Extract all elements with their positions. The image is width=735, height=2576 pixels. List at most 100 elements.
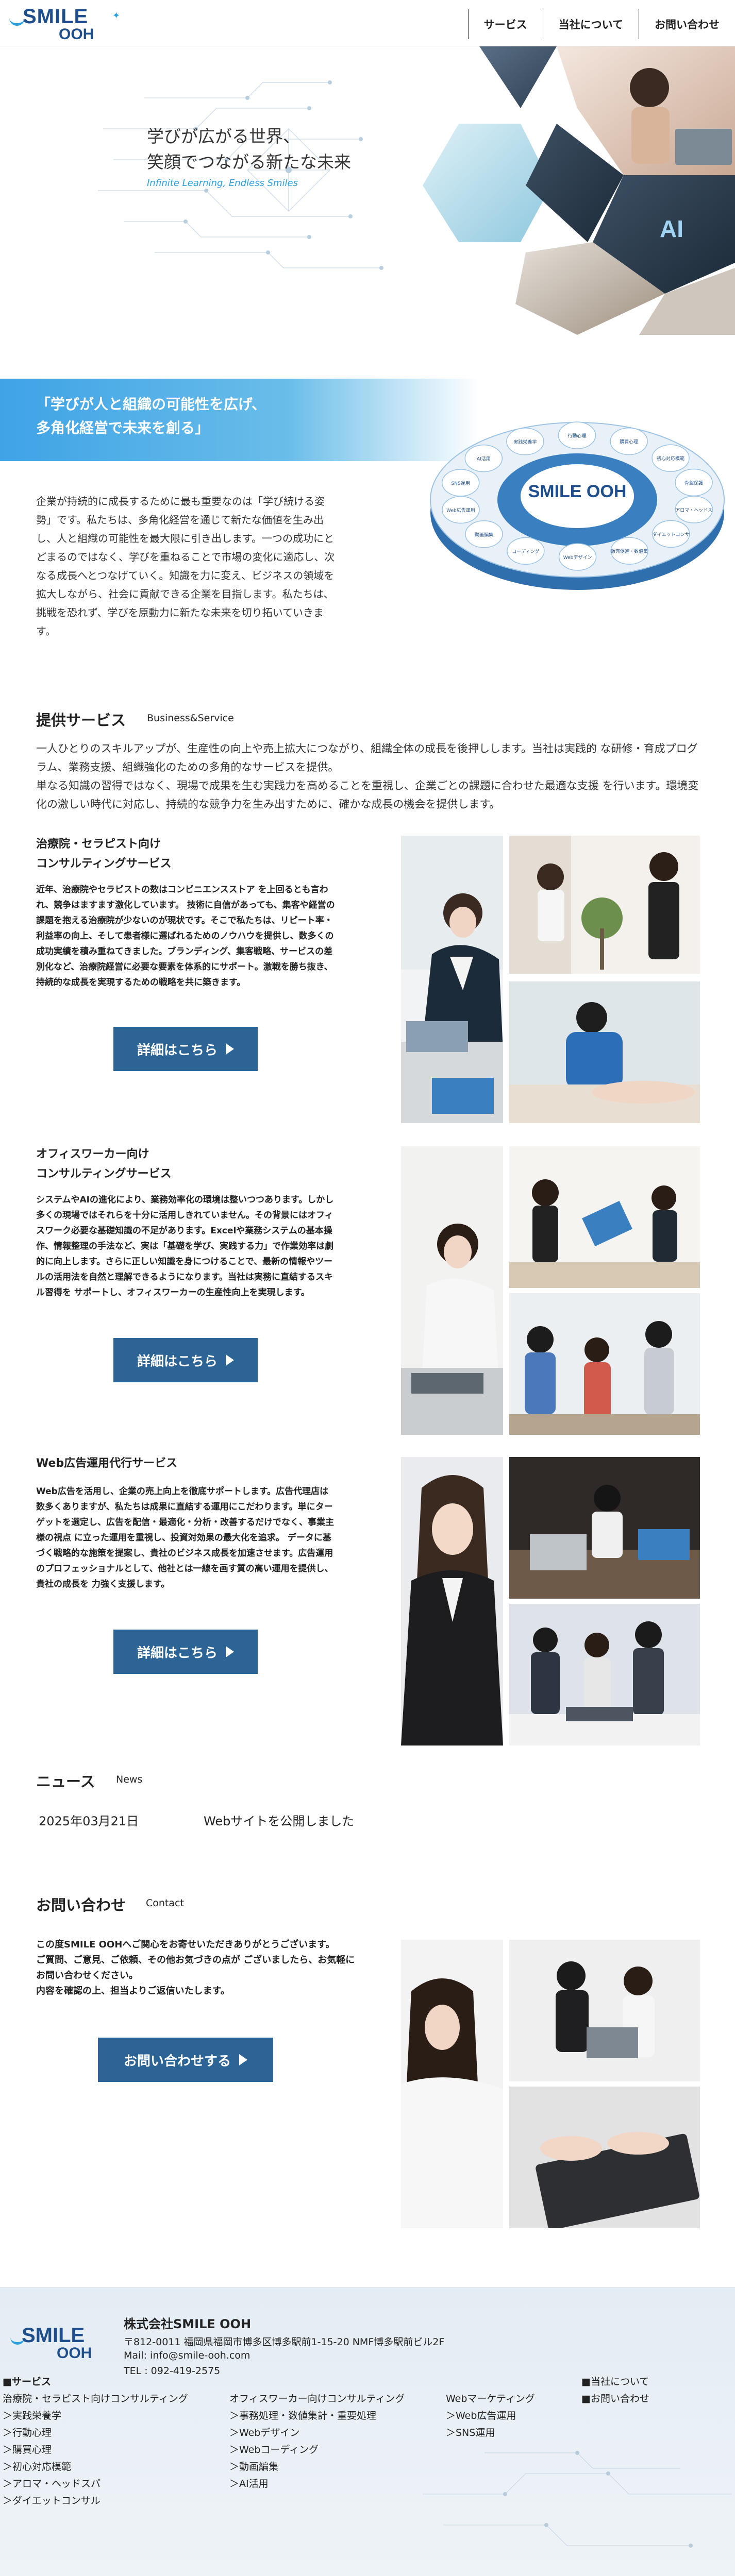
footer-link-first-response[interactable]: ＞初心対応模範 [3,2459,188,2476]
nav-about[interactable]: 当社について [542,9,639,39]
service-1-title-line-1: 治療院・セラピスト向け [36,838,161,851]
footer-link-aroma[interactable]: ＞アロマ・ヘッドスパ [3,2476,188,2493]
play-arrow-icon [239,2054,247,2065]
service-2-title-line-1: オフィスワーカー向け [36,1148,149,1161]
footer-link-nutrition[interactable]: ＞実践栄養学 [3,2408,188,2425]
footer-link-admin[interactable]: ＞事務処理・数値集計・重要処理 [229,2408,405,2425]
footer-link-coding[interactable]: ＞Webコーディング [229,2442,405,2459]
footer-link-therapist[interactable]: 治療院・セラピスト向けコンサルティング [3,2391,188,2408]
service-1-body: 近年、治療院やセラピストの数はコンビニエンスストア を上回るとも言われ、競争はま… [36,885,335,988]
diagram-node-label: 行動心理 [567,433,586,439]
diagram-node-label: 実践栄養学 [513,439,537,445]
diagram-node-label: 初心対応模範 [657,455,684,462]
diagram-node-label: コーディング [512,548,539,554]
footer-link-ai[interactable]: ＞AI活用 [229,2476,405,2493]
mission-heading-line-2: 多角化経営で未来を創る」 [36,419,210,436]
diagram-node: 動画編集 [465,520,503,548]
diagram-node-label: ダイエットコンサ [653,531,690,537]
footer-company-name: 株式会社SMILE OOH [124,2317,252,2331]
services-subtitle: Business&Service [147,713,234,724]
footer-link-video[interactable]: ＞動画編集 [229,2459,405,2476]
footer-link-contact[interactable]: ■お問い合わせ [581,2391,649,2408]
footer-mail[interactable]: Mail: info@smile-ooh.com [124,2350,250,2361]
diagram-node-label: 動画編集 [475,532,493,538]
footer-link-sns[interactable]: ＞SNS運用 [446,2425,535,2442]
mission-heading: 「学びが人と組織の可能性を広げ、 多角化経営で未来を創る」 [36,393,266,440]
play-arrow-icon [226,1043,234,1055]
logo-smile-text: SMILE [23,5,89,28]
news-title: ニュース [36,1773,95,1790]
footer-logo-ooh-text: OOH [57,2345,92,2362]
contact-button-label: お問い合わせする [123,2053,231,2069]
news-item-link[interactable]: Webサイトを公開しました [204,1811,354,1829]
nav-services[interactable]: サービス [467,9,543,39]
footer-services-heading: ■サービス [3,2376,51,2387]
contact-body: この度SMILE OOHへご関心をお寄せいただきありがとうございます。 ご質問、… [36,1939,355,1996]
hero-title-line-2: 笑顔でつながる新たな未来 [147,152,351,172]
footer-address: 〒812-0011 福岡県福岡市博多区博多駅前1-15-20 NMF博多駅前ビル… [124,2336,445,2348]
service-1-detail-label: 詳細はこちら [137,1042,218,1058]
diagram-node: SNS運用 [441,469,480,497]
diagram-center-label: SMILE OOH [528,482,627,501]
contact-subtitle: Contact [146,1897,184,1909]
service-3-photo-desk-work [509,1457,700,1599]
service-1-title-line-2: コンサルティングサービス [36,857,172,870]
service-1-photo-woman-laptop [401,836,503,1123]
service-1-photo-therapist-consult [509,836,700,974]
logo-ooh-text: OOH [59,26,94,43]
service-2-title: オフィスワーカー向け コンサルティングサービス [36,1145,172,1184]
hero-title-line-1: 学びが広がる世界、 [147,126,300,146]
diagram-node: 行動心理 [558,421,596,449]
service-wheel-diagram: AI活用 実践栄養学 行動心理購買心理初心対応模範骨盤保護アロマ・ヘッドスダイエット… [430,421,725,590]
hero-section: AI 学びが広がる世界、 笑顔でつながる新たな未来 Infinite Learn… [0,46,735,335]
footer-link-behavior[interactable]: ＞行動心理 [3,2425,188,2442]
service-2-title-line-2: コンサルティングサービス [36,1167,172,1180]
service-3-photo-smiling-woman [401,1457,503,1745]
footer-link-web-ads[interactable]: ＞Web広告運用 [446,2408,535,2425]
nav-contact[interactable]: お問い合わせ [639,9,735,39]
footer-service-column: ■サービス 治療院・セラピスト向けコンサルティング ＞実践栄養学 ＞行動心理 ＞… [3,2374,188,2510]
diagram-node: Web広告運用 [442,496,480,524]
diagram-node: ダイエットコンサ [652,520,690,548]
hero-photo-collage: AI [423,46,735,335]
mission-heading-line-1: 「学びが人と組織の可能性を広げ、 [36,396,266,413]
play-arrow-icon [226,1646,234,1657]
main-nav: サービス 当社について お問い合わせ [467,9,735,39]
footer-link-webdesign[interactable]: ＞Webデザイン [229,2425,405,2442]
footer-logo[interactable]: SMILE OOH [10,2324,113,2365]
diagram-node: 初心対応模範 [652,444,690,472]
service-2-detail-button[interactable]: 詳細はこちら [113,1338,258,1382]
footer-office-column: オフィスワーカー向けコンサルティング ＞事務処理・数値集計・重要処理 ＞Webデ… [229,2391,405,2493]
contact-photo-woman-phone [401,1940,503,2228]
service-2-body: システムやAIの進化により、業務効率化の環境は整いつつあります。しかし多くの現場… [36,1195,334,1298]
service-2-photo-team-meeting [509,1293,700,1435]
diagram-node: 販売促進・数値集 [610,537,648,565]
footer-link-web-marketing[interactable]: Webマーケティング [446,2391,535,2408]
diagram-node: AI活用 [464,444,503,472]
footer-network-graphic [423,2451,732,2548]
service-2-photo-woman-office [401,1146,503,1435]
contact-button[interactable]: お問い合わせする [98,2038,273,2082]
service-3-title: Web広告運用代行サービス [36,1454,177,1473]
hero-photo-meeting [479,46,557,108]
service-2-photo-presentation [509,1146,700,1288]
site-footer: SMILE OOH 株式会社SMILE OOH 〒812-0011 福岡県福岡市… [0,2287,735,2576]
diagram-node-label: 購買心理 [620,439,638,445]
site-logo[interactable]: SMILE OOH ✦ [9,5,128,43]
footer-company-column: ■当社について ■お問い合わせ [581,2374,649,2408]
service-3-title-line-1: Web広告運用代行サービス [36,1457,178,1470]
diagram-node: 実践栄養学 [506,428,544,455]
diagram-node: コーディング [507,537,545,565]
footer-link-about[interactable]: ■当社について [581,2374,649,2391]
footer-link-purchase[interactable]: ＞購買心理 [3,2442,188,2459]
diagram-node: 骨盤保護 [675,468,713,497]
footer-link-office[interactable]: オフィスワーカー向けコンサルティング [229,2391,405,2408]
service-1-detail-button[interactable]: 詳細はこちら [113,1027,258,1071]
services-title: 提供サービス [36,711,126,729]
diagram-node: 購買心理 [610,427,648,455]
footer-link-diet[interactable]: ＞ダイエットコンサル [3,2493,188,2510]
diagram-node: アロマ・ヘッドス [675,496,713,523]
diagram-node-label: 販売促進・数値集 [611,548,648,554]
service-3-detail-button[interactable]: 詳細はこちら [113,1630,258,1674]
contact-photo-keyboard [509,2087,700,2228]
